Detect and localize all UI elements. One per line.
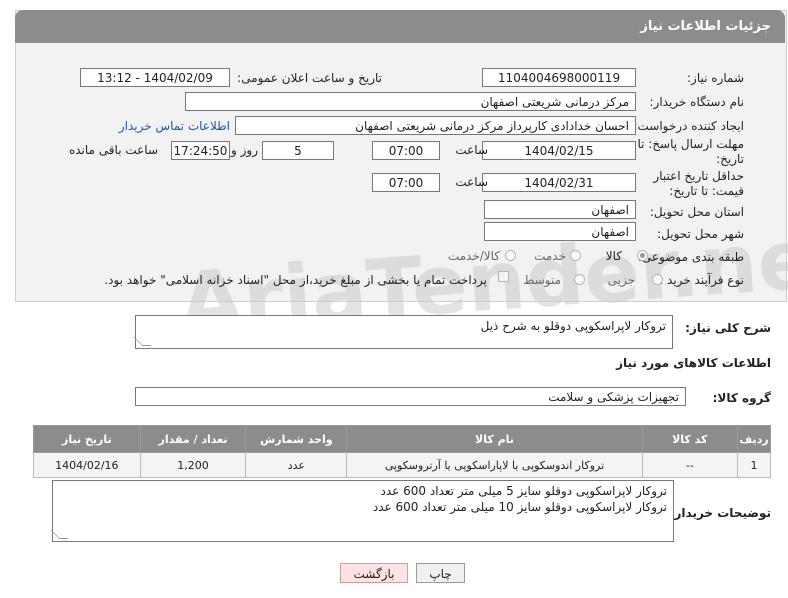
buyer-notes-line-2: تروکار لاپراسکوپی دوقلو سایز 10 میلی متر… xyxy=(372,500,667,514)
treasury-payment-note: پرداخت تمام یا بخشی از مبلغ خرید،از محل … xyxy=(104,273,487,287)
back-button[interactable]: بازگشت xyxy=(340,563,408,583)
creator-label: ایجاد کننده درخواست: xyxy=(633,119,744,133)
category-service-radio[interactable] xyxy=(570,250,581,261)
cell-unit: عدد xyxy=(245,452,348,478)
page-title: جزئیات اطلاعات نیاز xyxy=(640,19,771,34)
description-label: شرح کلی نیاز: xyxy=(685,321,771,335)
table-header-row: ردیف کد کالا نام کالا واحد شمارش تعداد /… xyxy=(33,425,771,453)
description-textarea: تروکار لاپراسکوپی دوقلو به شرح ذیل xyxy=(133,315,673,349)
process-label: نوع فرآیند خرید : xyxy=(659,273,744,287)
col-unit: واحد شمارش xyxy=(245,425,348,453)
category-goods-radio[interactable] xyxy=(637,250,648,261)
reply-date-field: 1404/02/15 xyxy=(482,141,636,160)
announce-datetime-field: 1404/02/09 - 13:12 xyxy=(80,68,230,87)
col-row-number: ردیف xyxy=(737,425,771,453)
col-goods-code: کد کالا xyxy=(641,425,739,453)
reply-deadline-label: مهلت ارسال پاسخ: تا تاریخ: xyxy=(637,137,744,166)
col-quantity: تعداد / مقدار xyxy=(139,425,247,453)
days-label: روز و xyxy=(231,143,258,157)
table-row: 1 -- تروکار اندوسکوپی یا لاپاراسکوپی یا … xyxy=(33,452,771,478)
buyer-notes-line-1: تروکار لاپراسکوپی دوقلو سایز 5 میلی متر … xyxy=(380,484,668,498)
cell-need-date: 1404/02/16 xyxy=(33,452,141,478)
col-need-date: تاریخ نیاز xyxy=(33,425,141,453)
category-both-label: کالا/خدمت xyxy=(447,249,500,263)
need-number-label: شماره نیاز: xyxy=(687,71,744,85)
remaining-label: ساعت باقی مانده xyxy=(68,143,158,157)
process-minor-radio[interactable] xyxy=(652,274,663,285)
cell-goods-name: تروکار اندوسکوپی یا لاپاراسکوپی یا آرترو… xyxy=(346,452,643,478)
buyer-notes-label: توضیحات خریدار: xyxy=(669,506,771,520)
remaining-days-field: 5 xyxy=(262,141,334,160)
announce-label: تاریخ و ساعت اعلان عمومی: xyxy=(237,71,382,85)
province-field: اصفهان xyxy=(484,200,636,219)
process-medium-radio[interactable] xyxy=(574,274,585,285)
reply-time-label: ساعت xyxy=(455,143,488,157)
province-label: استان محل تحویل: xyxy=(649,205,744,219)
goods-group-field: تجهیزات پزشکی و سلامت xyxy=(135,387,686,406)
process-medium-label: متوسط xyxy=(523,273,561,287)
category-both-radio[interactable] xyxy=(505,250,516,261)
cell-quantity: 1,200 xyxy=(139,452,247,478)
description-text: تروکار لاپراسکوپی دوقلو به شرح ذیل xyxy=(480,319,666,333)
goods-table: ردیف کد کالا نام کالا واحد شمارش تعداد /… xyxy=(33,425,771,478)
category-label: طبقه بندی موضوعی: xyxy=(637,250,744,264)
price-date-field: 1404/02/31 xyxy=(482,173,636,192)
buyer-org-label: نام دستگاه خریدار: xyxy=(649,95,745,109)
resize-handle-icon xyxy=(50,530,69,539)
treasury-payment-checkbox[interactable] xyxy=(498,271,509,282)
goods-group-label: گروه کالا: xyxy=(712,391,771,405)
price-validity-label: حداقل تاریخ اعتبار قیمت: تا تاریخ: xyxy=(653,169,744,198)
category-goods-label: کالا xyxy=(605,249,622,263)
category-service-label: خدمت xyxy=(534,249,566,263)
panel-header: جزئیات اطلاعات نیاز xyxy=(15,10,785,43)
resize-handle-icon xyxy=(133,337,152,346)
goods-section-title: اطلاعات کالاهای مورد نیاز xyxy=(616,356,771,370)
cell-row-number: 1 xyxy=(737,452,771,478)
remaining-time-field: 17:24:50 xyxy=(171,141,230,160)
reply-time-field: 07:00 xyxy=(372,141,440,160)
price-time-field: 07:00 xyxy=(372,173,440,192)
creator-field: احسان خدادادی کارپرداز مرکز درمانی شریعت… xyxy=(235,116,636,135)
buyer-notes-textarea: تروکار لاپراسکوپی دوقلو سایز 5 میلی متر … xyxy=(50,480,674,542)
cell-goods-code: -- xyxy=(641,452,739,478)
price-time-label: ساعت xyxy=(455,175,488,189)
col-goods-name: نام کالا xyxy=(346,425,643,453)
print-button[interactable]: چاپ xyxy=(416,563,465,583)
city-label: شهر محل تحویل: xyxy=(657,227,744,241)
process-minor-label: جزیی xyxy=(607,273,635,287)
city-field: اصفهان xyxy=(484,222,636,241)
need-number-field: 1104004698000119 xyxy=(482,68,636,87)
contact-info-link[interactable]: اطلاعات تماس خریدار xyxy=(119,119,230,133)
buyer-org-field: مرکز درمانی شریعتی اصفهان xyxy=(185,92,636,111)
